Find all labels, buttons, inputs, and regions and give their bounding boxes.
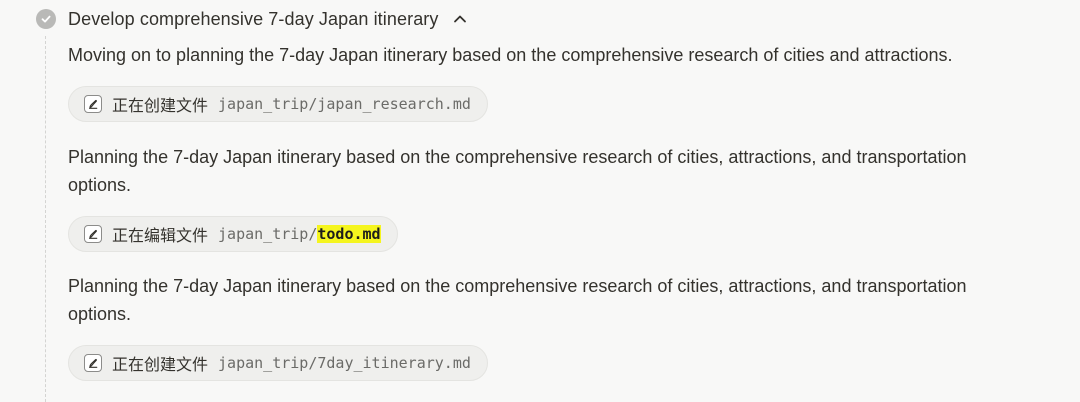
message-text: Planning the 7-day Japan itinerary based… [68, 276, 967, 324]
file-path: japan_trip/ [218, 354, 318, 372]
file-name-highlighted: todo.md [317, 225, 381, 243]
task-step: Develop comprehensive 7-day Japan itiner… [0, 0, 1080, 402]
message-text: Planning the 7-day Japan itinerary based… [68, 147, 967, 195]
step-title: Develop comprehensive 7-day Japan itiner… [68, 8, 439, 29]
edit-file-icon [84, 354, 102, 372]
edit-file-icon [84, 95, 102, 113]
tool-action-label: 正在编辑文件 [112, 226, 209, 245]
file-name: 7day_itinerary.md [317, 354, 471, 372]
file-name: japan_research.md [317, 95, 471, 113]
file-path: japan_trip/ [218, 225, 318, 243]
check-circle-icon [36, 9, 56, 29]
tool-action-label: 正在创建文件 [112, 355, 209, 374]
timeline-line [45, 36, 46, 402]
step-header[interactable]: Develop comprehensive 7-day Japan itiner… [36, 8, 467, 30]
tool-action-chip[interactable]: 正在创建文件 japan_trip/7day_itinerary.md [68, 345, 488, 381]
tool-action-chip[interactable]: 正在编辑文件 japan_trip/todo.md [68, 216, 398, 252]
tool-action-label: 正在创建文件 [112, 96, 209, 115]
chevron-up-icon[interactable] [453, 12, 467, 26]
message-text: Moving on to planning the 7-day Japan it… [68, 45, 953, 65]
file-path: japan_trip/ [218, 95, 318, 113]
tool-action-chip[interactable]: 正在创建文件 japan_trip/japan_research.md [68, 86, 488, 122]
edit-file-icon [84, 225, 102, 243]
